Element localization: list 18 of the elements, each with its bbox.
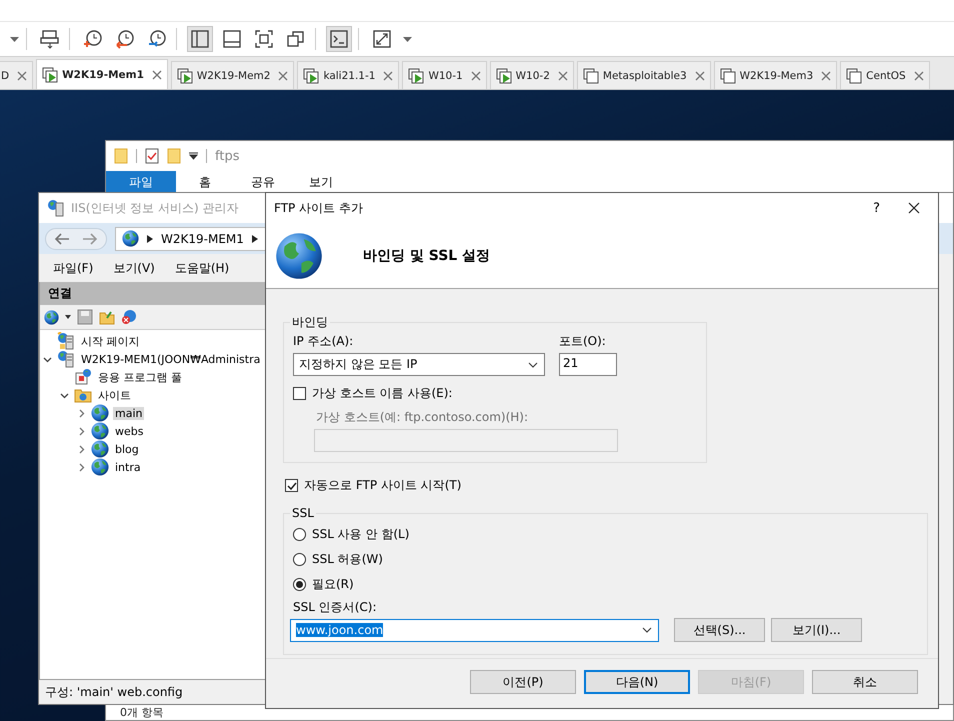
item-count: 0개 항목 bbox=[120, 706, 164, 719]
pane-title: 연결 bbox=[48, 285, 72, 302]
dialog-title: FTP 사이트 추가 bbox=[274, 200, 364, 216]
field-label: 포트(O): bbox=[559, 333, 607, 350]
group-label: 바인딩 bbox=[291, 314, 329, 331]
field-label: IP 주소(A): bbox=[293, 333, 354, 350]
window-title: IIS(인터넷 정보 서비스) 관리자 bbox=[71, 200, 239, 216]
checkbox-label: 가상 호스트 이름 사용(E): bbox=[312, 385, 452, 402]
page-heading: 바인딩 및 SSL 설정 bbox=[363, 246, 490, 264]
field-label: SSL 인증서(C): bbox=[293, 599, 378, 616]
window-title: ftps bbox=[215, 148, 240, 164]
checkbox-label: 자동으로 FTP 사이트 시작(T) bbox=[304, 477, 462, 494]
group-label: SSL bbox=[291, 506, 315, 520]
radio-label: SSL 사용 안 함(L) bbox=[312, 526, 410, 543]
radio-label: SSL 허용(W) bbox=[312, 551, 383, 568]
radio-label: 필요(R) bbox=[312, 576, 354, 593]
field-label: 가상 호스트(예: ftp.contoso.com)(H): bbox=[315, 409, 530, 426]
status-text: 구성: 'main' web.config bbox=[45, 684, 183, 700]
